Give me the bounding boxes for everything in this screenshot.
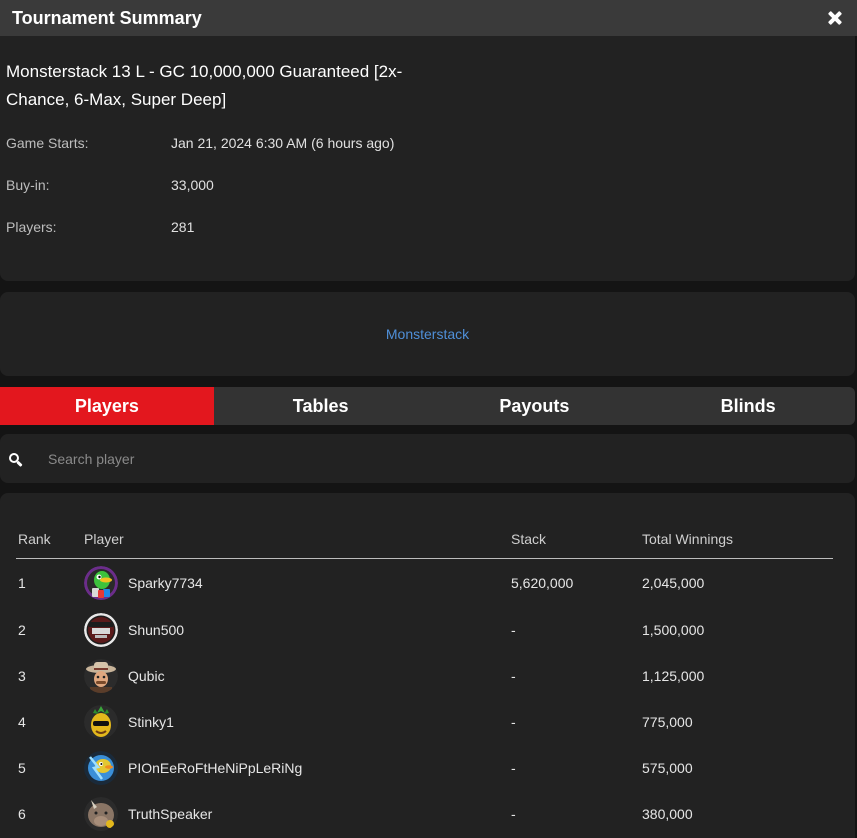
search-player-input[interactable]	[48, 446, 548, 472]
player-name-cell[interactable]: Qubic	[128, 668, 165, 684]
header-divider	[16, 558, 833, 559]
rank-cell: 3	[18, 668, 26, 684]
rank-cell: 4	[18, 714, 26, 730]
stack-cell: -	[511, 668, 516, 684]
player-header: Player	[84, 531, 124, 547]
winnings-cell: 380,000	[642, 806, 693, 822]
rhino-avatar-icon	[84, 797, 118, 831]
player-name-cell[interactable]: PIOnEeRoFtHeNiPpLeRiNg	[128, 760, 302, 776]
player-name-cell[interactable]: Sparky7734	[128, 575, 203, 591]
series-link[interactable]: Monsterstack	[386, 326, 469, 342]
winnings-cell: 2,045,000	[642, 575, 705, 591]
search-icon	[9, 453, 23, 468]
stack-header: Stack	[511, 531, 547, 547]
rank-cell: 2	[18, 622, 26, 638]
tab-payouts[interactable]: Payouts	[428, 387, 642, 425]
cowboy-avatar-icon	[84, 659, 118, 693]
winnings-cell: 575,000	[642, 760, 693, 776]
game-starts-label: Game Starts:	[6, 135, 89, 151]
stack-cell: -	[511, 760, 516, 776]
players-value: 281	[171, 219, 195, 235]
stack-cell: -	[511, 714, 516, 730]
player-name-cell[interactable]: Stinky1	[128, 714, 174, 730]
winnings-cell: 1,125,000	[642, 668, 705, 684]
tab-blinds[interactable]: Blinds	[641, 387, 855, 425]
stack-cell: -	[511, 622, 516, 638]
tab-bar: Players Tables Payouts Blinds	[0, 387, 855, 425]
tournament-summary-panel: Monsterstack 13 L - GC 10,000,000 Guaran…	[0, 36, 855, 281]
tab-players[interactable]: Players	[0, 387, 214, 425]
lightning-duck-avatar-icon	[84, 751, 118, 785]
winnings-cell: 1,500,000	[642, 622, 705, 638]
winnings-cell: 775,000	[642, 714, 693, 730]
close-icon[interactable]	[827, 10, 843, 26]
stack-cell: -	[511, 806, 516, 822]
stack-cell: 5,620,000	[511, 575, 574, 591]
rank-cell: 5	[18, 760, 26, 776]
players-label: Players:	[6, 219, 57, 235]
buy-in-value: 33,000	[171, 177, 214, 193]
player-name-cell[interactable]: Shun500	[128, 622, 184, 638]
game-starts-value: Jan 21, 2024 6:30 AM (6 hours ago)	[171, 135, 395, 151]
series-panel: Monsterstack	[0, 292, 855, 376]
rank-cell: 6	[18, 806, 26, 822]
tab-tables[interactable]: Tables	[214, 387, 428, 425]
player-name-cell[interactable]: TruthSpeaker	[128, 806, 212, 822]
window-title: Tournament Summary	[12, 7, 202, 28]
title-bar: Tournament Summary	[0, 0, 857, 36]
us-poker-open-avatar-icon	[84, 613, 118, 647]
total-winnings-header: Total Winnings	[642, 531, 734, 547]
rank-header: Rank	[18, 531, 51, 547]
players-table: Rank Player Stack Total Winnings 1 Spark…	[0, 493, 855, 838]
buy-in-label: Buy-in:	[6, 177, 50, 193]
search-bar	[0, 434, 855, 483]
tournament-name: Monsterstack 13 L - GC 10,000,000 Guaran…	[6, 62, 403, 109]
pineapple-avatar-icon	[84, 705, 118, 739]
rank-cell: 1	[18, 575, 26, 591]
green-duck-avatar-icon	[84, 566, 118, 600]
